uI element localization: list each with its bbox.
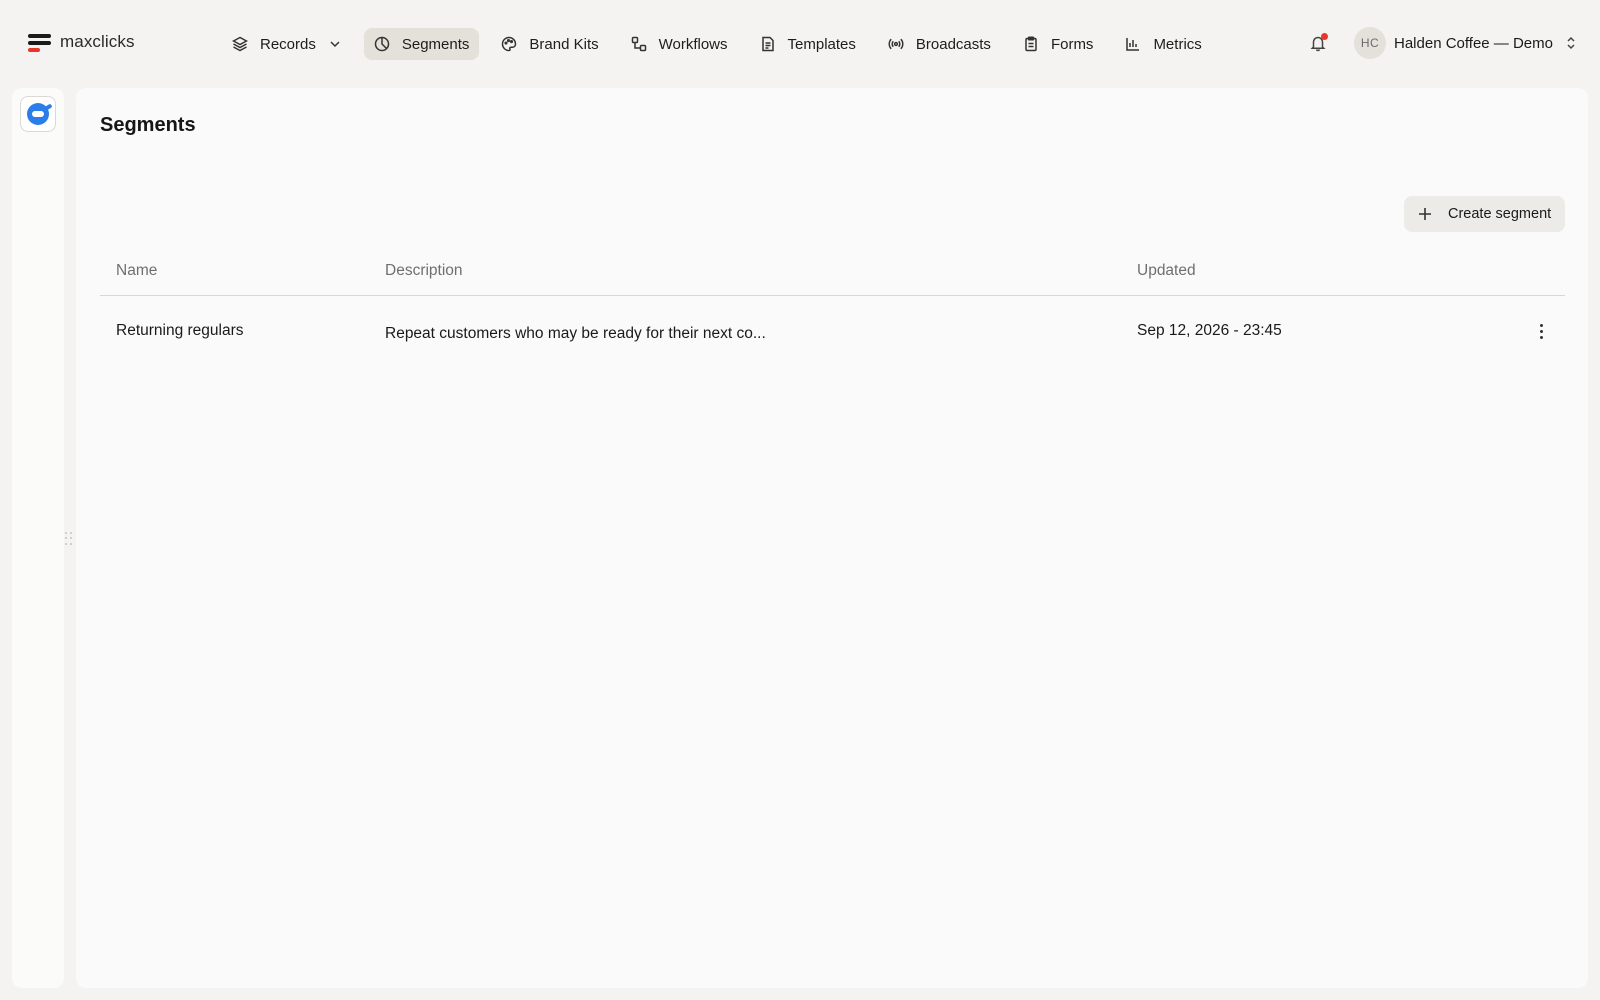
column-header-name[interactable]: Name (100, 262, 385, 280)
create-segment-button[interactable]: Create segment (1404, 196, 1565, 232)
workflow-icon (631, 36, 646, 52)
nav-item-label: Broadcasts (915, 35, 991, 53)
nav-item-metrics[interactable]: Metrics (1115, 28, 1211, 60)
notifications-button[interactable] (1309, 33, 1329, 54)
row-actions (1517, 321, 1565, 341)
brand-name: maxclicks (60, 32, 135, 51)
chevron-down-icon (330, 41, 340, 48)
brand-logo[interactable]: maxclicks (28, 31, 135, 53)
nav-item-label: Brand Kits (529, 35, 599, 53)
nav-item-label: Records (260, 35, 316, 53)
account-name: Halden Coffee — Demo (1394, 34, 1553, 52)
nav-item-records[interactable]: Records (222, 28, 352, 60)
chevron-up-down-icon (1565, 36, 1577, 50)
segment-description: Repeat customers who may be ready for th… (385, 324, 766, 342)
nav-item-brand-kits[interactable]: Brand Kits (491, 28, 608, 60)
table-row[interactable]: Returning regulars Repeat customers who … (100, 296, 1565, 366)
page-title: Segments (100, 114, 196, 136)
clipboard-icon (1025, 36, 1037, 52)
nav-item-label: Segments (401, 35, 470, 53)
logo-icon (28, 31, 52, 53)
layers-icon (232, 36, 248, 52)
nav-item-templates[interactable]: Templates (750, 28, 866, 60)
app-rail (12, 88, 64, 988)
segment-name[interactable]: Returning regulars (100, 322, 385, 340)
nav-item-broadcasts[interactable]: Broadcasts (878, 28, 1001, 60)
resize-handle[interactable] (65, 532, 73, 546)
create-segment-label: Create segment (1448, 206, 1552, 222)
nav-item-forms[interactable]: Forms (1013, 28, 1104, 60)
nav-item-label: Metrics (1153, 35, 1202, 53)
more-vertical-icon[interactable] (1531, 321, 1551, 341)
bar-chart-icon (1126, 38, 1140, 51)
nav-item-workflows[interactable]: Workflows (621, 28, 738, 60)
table-header: Name Description Updated (100, 246, 1565, 296)
assistant-app-button[interactable] (20, 96, 56, 132)
palette-icon (502, 36, 517, 52)
nav-item-segments[interactable]: Segments (363, 28, 480, 60)
pie-chart-icon (374, 36, 390, 52)
avatar: HC (1354, 27, 1386, 59)
column-header-description[interactable]: Description (385, 262, 1137, 280)
nav-item-label: Templates (787, 35, 856, 53)
account-switcher[interactable]: HC Halden Coffee — Demo (1354, 27, 1577, 59)
nav-item-label: Forms (1050, 35, 1094, 53)
column-header-updated[interactable]: Updated (1137, 262, 1517, 280)
ninja-bot-icon (27, 103, 49, 125)
main-panel: Segments Create segment Name Description… (76, 88, 1588, 988)
main-nav: Records Segments Brand Kits Workflows Te… (222, 28, 1224, 60)
broadcast-icon (888, 38, 904, 50)
document-icon (761, 36, 774, 52)
segment-updated: Sep 12, 2026 - 23:45 (1137, 322, 1282, 339)
plus-icon (1418, 207, 1432, 221)
notification-dot (1321, 33, 1328, 40)
top-bar: maxclicks Records Segments Brand Kits Wo… (0, 0, 1600, 88)
segments-table: Name Description Updated Returning regul… (100, 246, 1565, 366)
nav-item-label: Workflows (658, 35, 728, 53)
